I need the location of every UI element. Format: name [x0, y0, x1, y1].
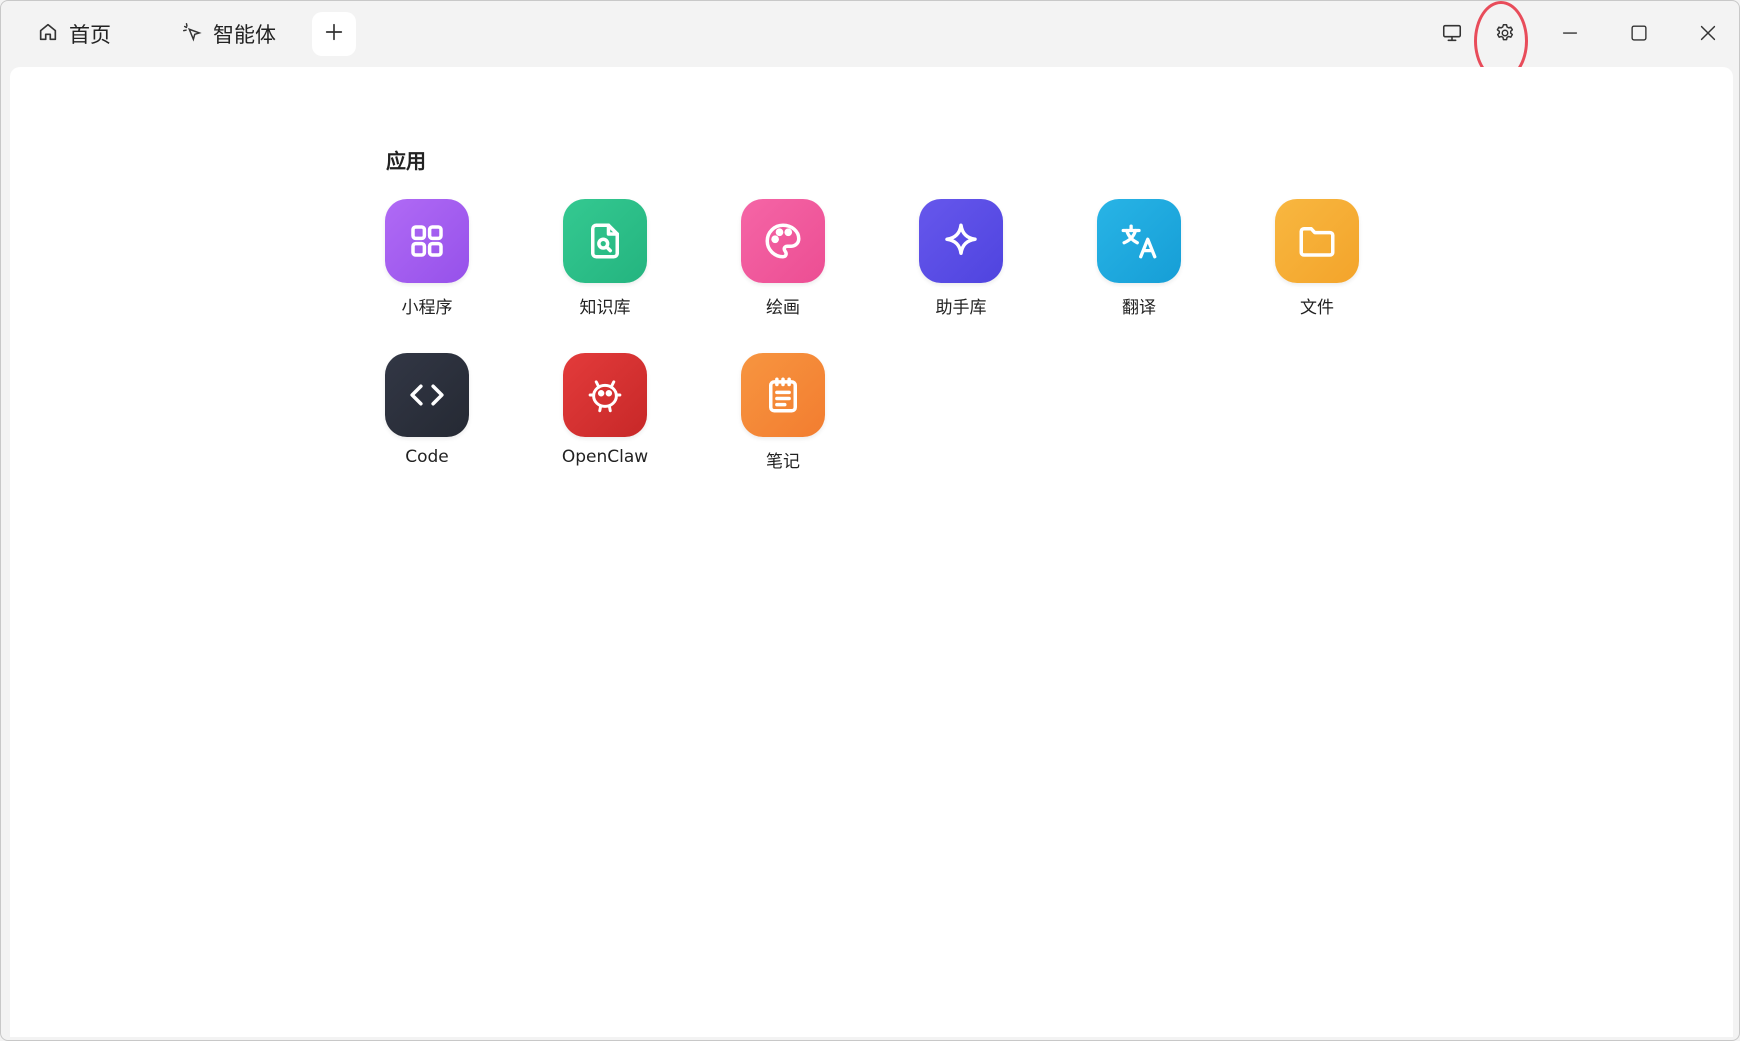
- app-files[interactable]: 文件: [1257, 199, 1377, 318]
- maximize-icon: [1628, 22, 1650, 48]
- tab-home[interactable]: 首页: [37, 13, 111, 55]
- minimize-button[interactable]: [1550, 15, 1590, 55]
- sparkle-cursor-icon: [181, 21, 203, 48]
- notepad-icon: [741, 353, 825, 437]
- app-drawing[interactable]: 绘画: [723, 199, 843, 318]
- app-label: Code: [405, 447, 449, 467]
- settings-gear-icon: [1494, 22, 1516, 48]
- tab-agents[interactable]: 智能体: [181, 13, 276, 55]
- app-label: 笔记: [766, 452, 800, 472]
- code-icon: [385, 353, 469, 437]
- home-icon: [37, 21, 59, 48]
- app-code[interactable]: Code: [367, 353, 487, 467]
- tab-label: 首页: [69, 23, 111, 47]
- translate-icon: [1097, 199, 1181, 283]
- display-button[interactable]: [1432, 15, 1472, 55]
- minimize-icon: [1559, 22, 1581, 48]
- app-openclaw[interactable]: OpenClaw: [545, 353, 665, 467]
- close-button[interactable]: [1688, 15, 1728, 55]
- sparkle-icon: [919, 199, 1003, 283]
- app-label: 助手库: [935, 298, 987, 318]
- robot-icon: [563, 353, 647, 437]
- app-notes[interactable]: 笔记: [723, 353, 843, 472]
- main-content: 应用 小程序 知识库 绘画 助手库 翻译 文件 Code OpenClaw 笔记: [10, 67, 1733, 1037]
- app-label: 知识库: [579, 298, 631, 318]
- display-icon: [1441, 22, 1463, 48]
- close-icon: [1697, 22, 1719, 48]
- app-label: OpenClaw: [561, 447, 649, 467]
- app-label: 文件: [1300, 298, 1334, 318]
- tab-label: 智能体: [213, 23, 276, 47]
- maximize-button[interactable]: [1619, 15, 1659, 55]
- plus-icon: [323, 21, 345, 47]
- app-label: 翻译: [1122, 298, 1156, 318]
- add-tab-button[interactable]: [312, 12, 356, 56]
- settings-button[interactable]: [1485, 15, 1525, 55]
- app-knowledge-base[interactable]: 知识库: [545, 199, 665, 318]
- app-window: 首页 智能体 应用 小程序 知识库 绘画 助手库 翻译 文件 Code Open…: [0, 0, 1740, 1041]
- title-bar: 首页 智能体: [1, 1, 1739, 81]
- app-assistant-library[interactable]: 助手库: [901, 199, 1021, 318]
- folder-icon: [1275, 199, 1359, 283]
- app-label: 绘画: [766, 298, 800, 318]
- palette-icon: [741, 199, 825, 283]
- app-mini-program[interactable]: 小程序: [367, 199, 487, 318]
- section-title: 应用: [386, 149, 426, 173]
- document-search-icon: [563, 199, 647, 283]
- app-label: 小程序: [401, 298, 453, 318]
- app-translate[interactable]: 翻译: [1079, 199, 1199, 318]
- grid-icon: [385, 199, 469, 283]
